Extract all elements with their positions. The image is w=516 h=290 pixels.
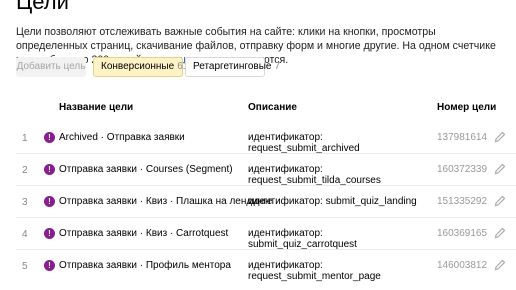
- column-header-id: Номер цели: [437, 102, 497, 113]
- row-number: 1: [22, 133, 28, 144]
- goal-id: 160369165: [437, 228, 488, 239]
- goal-description: идентификатор: submit_quiz_carrotquest: [248, 228, 357, 250]
- pencil-icon[interactable]: [494, 163, 506, 175]
- tab-retargeting-count: 7: [274, 61, 281, 72]
- pencil-icon[interactable]: [494, 227, 506, 239]
- goal-description: идентификатор: request_submit_tilda_cour…: [248, 164, 381, 186]
- column-header-name: Название цели: [59, 102, 134, 113]
- add-goal-button[interactable]: Добавить цель: [16, 57, 86, 77]
- row-divider: [16, 249, 516, 250]
- goal-id: 137981614: [437, 132, 488, 143]
- column-header-description: Описание: [248, 102, 297, 113]
- goal-name: Archived · Отправка заявки: [59, 132, 185, 143]
- tab-conversion-label: Конверсионные: [101, 61, 175, 72]
- goal-id: 146003812: [437, 260, 488, 271]
- goal-id: 151335292: [437, 196, 488, 207]
- pencil-icon[interactable]: [494, 195, 506, 207]
- tab-conversion[interactable]: Конверсионные 61: [93, 57, 188, 77]
- pencil-icon[interactable]: [494, 131, 506, 143]
- row-number: 5: [22, 261, 28, 272]
- row-number: 2: [22, 165, 28, 176]
- exclamation-circle-icon: !: [44, 196, 55, 207]
- goal-description: идентификатор: request_submit_mentor_pag…: [248, 260, 381, 282]
- exclamation-circle-icon: !: [44, 260, 55, 271]
- goal-description: идентификатор: request_submit_archived: [248, 132, 360, 154]
- goal-name: Отправка заявки · Квиз · Carrotquest: [59, 228, 229, 239]
- pencil-icon[interactable]: [494, 259, 506, 271]
- table-row[interactable]: 2 ! Отправка заявки · Courses (Segment) …: [16, 156, 516, 186]
- goal-name: Отправка заявки · Профиль ментора: [59, 260, 231, 271]
- goal-name: Отправка заявки · Courses (Segment): [59, 164, 233, 175]
- exclamation-circle-icon: !: [44, 132, 55, 143]
- row-divider: [16, 185, 516, 186]
- table-row[interactable]: 4 ! Отправка заявки · Квиз · Carrotquest…: [16, 220, 516, 250]
- row-divider: [16, 153, 516, 154]
- table-row[interactable]: 1 ! Archived · Отправка заявки идентифик…: [16, 124, 516, 154]
- tab-retargeting-label: Ретаргетинговые: [193, 61, 272, 72]
- row-number: 3: [22, 197, 28, 208]
- page-title: Цели: [16, 0, 69, 14]
- table-row[interactable]: 3 ! Отправка заявки · Квиз · Плашка на л…: [16, 188, 516, 218]
- goal-description: идентификатор: submit_quiz_landing: [248, 196, 417, 207]
- row-number: 4: [22, 229, 28, 240]
- tab-retargeting[interactable]: Ретаргетинговые 7: [185, 57, 280, 77]
- table-row[interactable]: 5 ! Отправка заявки · Профиль ментора ид…: [16, 252, 516, 282]
- goal-id: 160372339: [437, 164, 488, 175]
- goal-name: Отправка заявки · Квиз · Плашка на ленди…: [59, 196, 273, 207]
- row-divider: [16, 217, 516, 218]
- exclamation-circle-icon: !: [44, 228, 55, 239]
- exclamation-circle-icon: !: [44, 164, 55, 175]
